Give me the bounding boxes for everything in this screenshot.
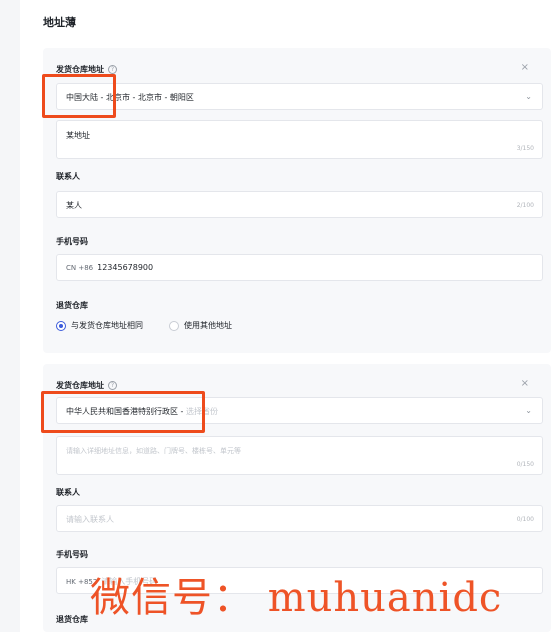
chevron-down-icon: ⌄: [525, 406, 532, 415]
radio-label[interactable]: 与发货仓库地址相同: [71, 320, 143, 331]
close-icon[interactable]: ×: [521, 378, 529, 389]
watermark: 微信号： muhuanidc: [90, 575, 503, 621]
radio-label[interactable]: 使用其他地址: [184, 320, 232, 331]
page-title: 地址薄: [43, 16, 76, 29]
chevron-down-icon: ⌄: [525, 92, 532, 101]
char-counter: 2/100: [516, 202, 534, 209]
close-icon[interactable]: ×: [521, 62, 529, 73]
phone-label: 手机号码: [56, 237, 88, 246]
address-card-1: 发货仓库地址? × 中国大陆 - 北京市 - 北京市 - 朝阳区 ⌄ 某地址 3…: [43, 48, 551, 353]
radio-other-address[interactable]: [169, 320, 179, 331]
detail-address-value: 某地址: [66, 131, 90, 140]
region-select[interactable]: 中国大陆 - 北京市 - 北京市 - 朝阳区 ⌄: [56, 83, 543, 110]
radio-same-address[interactable]: [56, 320, 66, 331]
detail-address-field[interactable]: 请输入详细地址信息，如道路、门牌号、楼栋号、单元等 0/150: [56, 436, 543, 475]
contact-field[interactable]: 某人 2/100: [56, 191, 543, 218]
contact-label: 联系人: [56, 488, 80, 497]
contact-label: 联系人: [56, 172, 80, 181]
contact-field[interactable]: 请输入联系人 0/100: [56, 505, 543, 532]
char-counter: 0/150: [516, 461, 534, 468]
phone-field[interactable]: CN +86 12345678900: [56, 254, 543, 281]
return-warehouse-options: 与发货仓库地址相同 使用其他地址: [56, 320, 232, 331]
char-counter: 3/150: [516, 145, 534, 152]
char-counter: 0/100: [516, 516, 534, 523]
return-warehouse-label: 退货仓库: [56, 615, 88, 624]
highlight-box-region-2: [41, 391, 205, 433]
contact-value: 某人: [66, 201, 82, 210]
detail-address-placeholder: 请输入详细地址信息，如道路、门牌号、楼栋号、单元等: [66, 447, 241, 455]
warehouse-address-label: 发货仓库地址?: [56, 380, 117, 391]
phone-value: 12345678900: [97, 263, 154, 272]
return-warehouse-label: 退货仓库: [56, 301, 88, 310]
help-icon[interactable]: ?: [108, 65, 117, 74]
contact-placeholder: 请输入联系人: [66, 515, 114, 524]
help-icon[interactable]: ?: [108, 381, 117, 390]
highlight-box-region-1: [42, 74, 116, 118]
phone-label: 手机号码: [56, 550, 88, 559]
detail-address-field[interactable]: 某地址 3/150: [56, 120, 543, 159]
phone-country-code[interactable]: CN +86: [66, 264, 93, 272]
